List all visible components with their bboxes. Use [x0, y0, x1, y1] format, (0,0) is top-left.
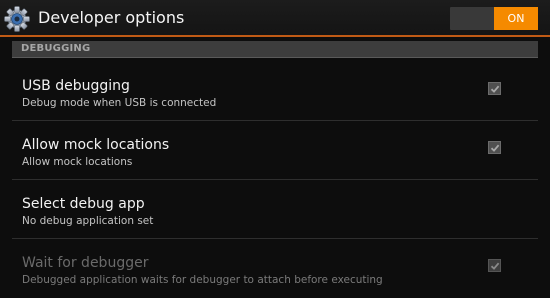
allow-mock-locations-checkbox[interactable] [488, 141, 501, 154]
setting-label: USB debugging [22, 78, 130, 94]
wait-for-debugger-checkbox [488, 259, 501, 272]
developer-options-toggle[interactable]: ON [450, 7, 538, 30]
setting-select-debug-app[interactable]: Select debug app No debug application se… [12, 179, 538, 238]
section-divider [12, 57, 538, 58]
action-bar: Developer options ON [0, 0, 550, 36]
checkmark-icon [490, 85, 500, 93]
usb-debugging-checkbox[interactable] [488, 82, 501, 95]
setting-label: Wait for debugger [22, 255, 149, 271]
setting-label: Select debug app [22, 196, 145, 212]
checkmark-icon [490, 144, 500, 152]
setting-allow-mock-locations[interactable]: Allow mock locations Allow mock location… [12, 120, 538, 179]
setting-description: Debug mode when USB is connected [22, 97, 217, 109]
page-title: Developer options [38, 8, 185, 27]
setting-description: Allow mock locations [22, 156, 133, 168]
setting-usb-debugging[interactable]: USB debugging Debug mode when USB is con… [12, 61, 538, 120]
setting-description: No debug application set [22, 215, 154, 227]
setting-description: Debugged application waits for debugger … [22, 274, 383, 286]
section-header-debugging: DEBUGGING [12, 41, 538, 57]
gear-icon[interactable] [2, 4, 32, 34]
checkmark-icon [490, 262, 500, 270]
setting-wait-for-debugger: Wait for debugger Debugged application w… [12, 238, 538, 297]
setting-label: Allow mock locations [22, 137, 170, 153]
header-divider [0, 35, 550, 37]
toggle-on-label: ON [494, 7, 538, 30]
